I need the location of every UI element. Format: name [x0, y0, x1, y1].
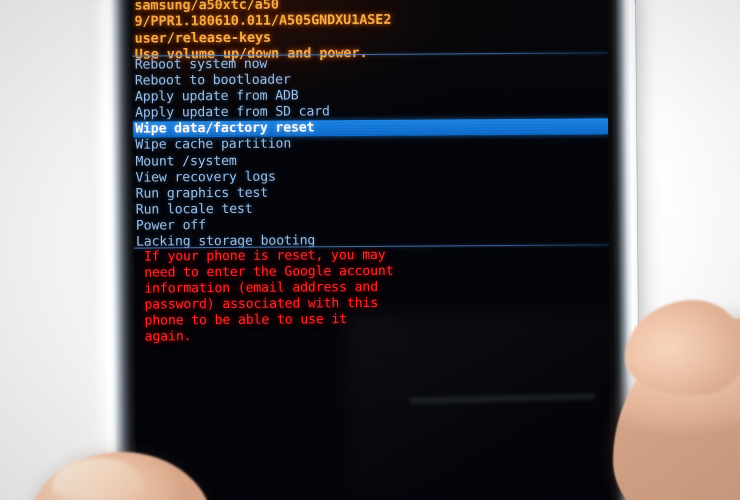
screenshot-root: Android Recovery samsung/a50xtc/a50 9/PP…: [0, 0, 740, 500]
recovery-screen: Android Recovery samsung/a50xtc/a50 9/PP…: [129, 0, 611, 500]
recovery-menu: Reboot system now Reboot to bootloader A…: [130, 54, 609, 250]
screen-reflection-sheen: [346, 312, 611, 500]
